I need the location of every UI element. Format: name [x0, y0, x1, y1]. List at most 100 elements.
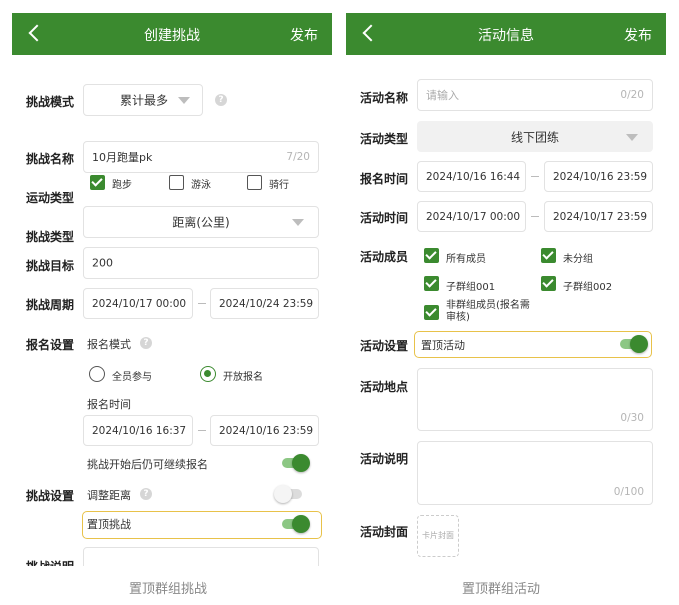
- continue-signup-toggle[interactable]: [282, 454, 310, 472]
- checkbox-all-members[interactable]: [424, 248, 439, 263]
- signup-start-value: 2024/10/16 16:37: [92, 424, 187, 437]
- checkbox-subgroup-001[interactable]: [424, 276, 439, 291]
- mode-label: 挑战模式: [26, 95, 75, 109]
- pin-activity-toggle[interactable]: [620, 335, 648, 353]
- cover-label: 活动封面: [360, 525, 409, 539]
- cover-placeholder: 卡片封面: [422, 531, 454, 540]
- activity-type-value: 线下团练: [510, 130, 559, 144]
- challenge-setting-label: 挑战设置: [26, 489, 75, 503]
- range-separator: [198, 430, 206, 431]
- sport-label: 运动类型: [26, 191, 75, 205]
- cover-upload[interactable]: 卡片封面: [417, 515, 459, 557]
- activity-type-select[interactable]: 线下团练: [417, 121, 653, 152]
- member-non-group-label: 非群组成员(报名需审核): [446, 300, 530, 323]
- radio-all-members-label: 全员参与: [112, 372, 152, 383]
- signup-time-label: 报名时间: [87, 398, 131, 411]
- name-count: 7/20: [286, 151, 310, 163]
- desc-input[interactable]: [83, 547, 319, 566]
- chevron-down-icon: [626, 134, 638, 141]
- name-input[interactable]: 10月跑量pk 7/20: [83, 141, 319, 173]
- type-label: 挑战类型: [26, 230, 75, 244]
- period-end-value: 2024/10/24 23:59: [219, 297, 314, 310]
- signup-end-input[interactable]: 2024/10/16 23:59: [544, 161, 653, 192]
- top-bar: 活动信息 发布: [346, 13, 666, 55]
- activity-end-input[interactable]: 2024/10/17 23:59: [544, 201, 653, 232]
- radio-all-members[interactable]: [89, 366, 105, 382]
- checkbox-non-group-members[interactable]: [424, 305, 439, 320]
- member-subgroup-001-label: 子群组001: [446, 282, 496, 293]
- period-start-input[interactable]: 2024/10/17 00:00: [83, 288, 193, 319]
- activity-start-value: 2024/10/17 00:00: [426, 210, 521, 223]
- signup-end-value: 2024/10/16 23:59: [219, 424, 314, 437]
- range-separator: [531, 216, 539, 217]
- page-title: 创建挑战: [144, 28, 200, 44]
- activity-desc-label: 活动说明: [360, 452, 409, 466]
- adjust-distance-label: 调整距离: [87, 489, 131, 502]
- pin-challenge-toggle[interactable]: [282, 515, 310, 533]
- pin-activity-label: 置顶活动: [421, 339, 465, 352]
- period-end-input[interactable]: 2024/10/24 23:59: [210, 288, 319, 319]
- desc-label: 挑战说明: [26, 558, 74, 566]
- mode-select[interactable]: 累计最多: [83, 84, 203, 116]
- page-title: 活动信息: [478, 28, 534, 44]
- activity-name-label: 活动名称: [360, 91, 409, 105]
- sport-swimming-label: 游泳: [191, 180, 211, 191]
- target-input[interactable]: 200: [83, 247, 319, 279]
- sport-running-label: 跑步: [112, 180, 132, 191]
- checkbox-subgroup-002[interactable]: [541, 276, 556, 291]
- signup-start-value: 2024/10/16 16:44: [426, 170, 521, 183]
- target-value: 200: [92, 256, 113, 270]
- period-label: 挑战周期: [26, 298, 75, 312]
- create-challenge-screen: 创建挑战 发布 挑战模式 累计最多 ? 挑战名称 10月跑量pk 7/20 运动…: [12, 13, 332, 566]
- member-subgroup-002-label: 子群组002: [563, 282, 613, 293]
- right-caption: 置顶群组活动: [462, 582, 541, 597]
- help-icon[interactable]: ?: [215, 94, 227, 106]
- activity-start-input[interactable]: 2024/10/17 00:00: [417, 201, 526, 232]
- location-input[interactable]: 0/30: [417, 368, 653, 431]
- period-start-value: 2024/10/17 00:00: [92, 297, 187, 310]
- radio-open-signup-label: 开放报名: [223, 372, 263, 383]
- publish-button[interactable]: 发布: [290, 25, 318, 45]
- activity-name-count: 0/20: [620, 89, 644, 101]
- activity-type-label: 活动类型: [360, 132, 409, 146]
- checkbox-swimming[interactable]: [169, 175, 184, 190]
- publish-button[interactable]: 发布: [624, 25, 652, 45]
- activity-desc-input[interactable]: 0/100: [417, 441, 653, 505]
- checkbox-cycling[interactable]: [247, 175, 262, 190]
- member-ungrouped-label: 未分组: [563, 254, 593, 265]
- activity-setting-label: 活动设置: [360, 339, 409, 353]
- mode-value: 累计最多: [120, 93, 169, 108]
- signup-mode-label: 报名模式: [87, 338, 131, 351]
- signup-start-input[interactable]: 2024/10/16 16:37: [83, 415, 193, 446]
- signup-label: 报名设置: [26, 338, 75, 352]
- adjust-distance-toggle[interactable]: [274, 485, 304, 503]
- activity-info-screen: 活动信息 发布 活动名称 请输入 0/20 活动类型 线下团练 报名时间 202…: [346, 13, 666, 566]
- chevron-down-icon: [178, 97, 190, 104]
- signup-time-label: 报名时间: [360, 172, 409, 186]
- member-all-label: 所有成员: [446, 254, 486, 265]
- name-label: 挑战名称: [26, 152, 75, 166]
- help-icon[interactable]: ?: [140, 337, 152, 349]
- type-select[interactable]: 距离(公里): [83, 206, 319, 238]
- signup-end-value: 2024/10/16 23:59: [553, 170, 648, 183]
- top-bar: 创建挑战 发布: [12, 13, 332, 55]
- checkbox-running[interactable]: [90, 175, 105, 190]
- pin-challenge-label: 置顶挑战: [87, 518, 131, 531]
- location-label: 活动地点: [360, 380, 409, 394]
- radio-open-signup[interactable]: [200, 366, 216, 382]
- continue-signup-label: 挑战开始后仍可继续报名: [87, 458, 208, 471]
- name-value: 10月跑量pk: [92, 151, 153, 164]
- activity-name-placeholder: 请输入: [426, 89, 459, 102]
- activity-end-value: 2024/10/17 23:59: [553, 210, 648, 223]
- signup-start-input[interactable]: 2024/10/16 16:44: [417, 161, 526, 192]
- left-caption: 置顶群组挑战: [129, 582, 208, 597]
- target-label: 挑战目标: [26, 259, 75, 273]
- help-icon[interactable]: ?: [140, 488, 152, 500]
- checkbox-ungrouped[interactable]: [541, 248, 556, 263]
- signup-end-input[interactable]: 2024/10/16 23:59: [210, 415, 319, 446]
- members-label: 活动成员: [360, 250, 409, 264]
- activity-time-label: 活动时间: [360, 211, 409, 225]
- range-separator: [198, 303, 206, 304]
- activity-desc-count: 0/100: [613, 486, 644, 498]
- activity-name-input[interactable]: 请输入 0/20: [417, 79, 653, 111]
